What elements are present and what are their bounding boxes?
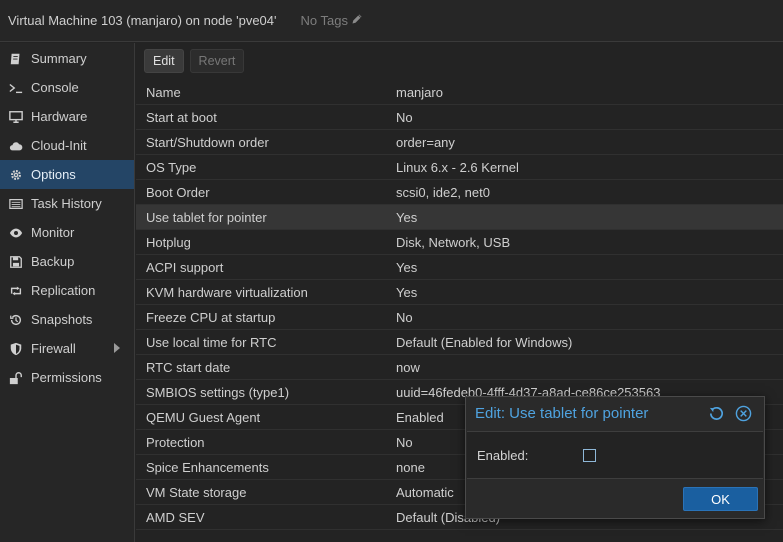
cloud-icon [9,139,23,153]
table-row[interactable]: KVM hardware virtualization Yes [136,280,783,305]
edit-dialog: Edit: Use tablet for pointer Enabled: OK [465,396,765,519]
option-key: Name [146,84,181,100]
sidebar-item-firewall[interactable]: Firewall [0,334,134,363]
floppy-icon [9,255,23,269]
dialog-body: Enabled: [467,431,763,479]
retweet-icon [9,284,23,298]
revert-button[interactable]: Revert [189,49,245,73]
sidebar-item-label: Cloud-Init [31,138,87,153]
option-key: QEMU Guest Agent [146,409,261,425]
option-value: now [396,359,420,375]
dialog-tools [708,405,752,426]
sidebar-item-label: Snapshots [31,312,93,327]
sidebar-item-label: Options [31,167,76,182]
option-value: Yes [396,259,418,275]
sidebar-item-summary[interactable]: Summary [0,44,134,73]
option-key: KVM hardware virtualization [146,284,308,300]
tags-label: No Tags [300,13,348,28]
option-key: Start/Shutdown order [146,134,269,150]
dialog-title: Edit: Use tablet for pointer [475,405,649,422]
sidebar-item-label: Hardware [31,109,88,124]
sidebar-item-replication[interactable]: Replication [0,276,134,305]
sidebar-item-label: Permissions [31,370,102,385]
history-icon [9,313,23,327]
table-row[interactable]: Name manjaro [136,80,783,105]
table-row[interactable]: Freeze CPU at startup No [136,305,783,330]
page-header: Virtual Machine 103 (manjaro) on node 'p… [0,0,783,42]
option-key: Hotplug [146,234,191,250]
sidebar-item-label: Console [31,80,79,95]
table-row[interactable]: ACPI support Yes [136,255,783,280]
edit-button[interactable]: Edit [144,49,184,73]
option-key: OS Type [146,159,197,175]
option-key: Boot Order [146,184,210,200]
table-row[interactable]: Start at boot No [136,105,783,130]
list-icon [9,197,23,211]
table-row[interactable]: Boot Order scsi0, ide2, net0 [136,180,783,205]
sidebar-item-monitor[interactable]: Monitor [0,218,134,247]
option-key: RTC start date [146,359,231,375]
expand-arrow-icon[interactable] [114,343,120,353]
sidebar-item-backup[interactable]: Backup [0,247,134,276]
sidebar-item-options[interactable]: Options [0,160,134,189]
terminal-icon [9,81,23,95]
ok-button[interactable]: OK [683,487,758,511]
option-key: VM State storage [146,484,247,500]
table-row[interactable]: RTC start date now [136,355,783,380]
sidebar-item-label: Monitor [31,225,75,240]
option-value: Disk, Network, USB [396,234,511,250]
sidebar-item-label: Summary [31,51,87,66]
unlock-icon [9,371,23,385]
option-value: Yes [396,209,418,225]
option-key: SMBIOS settings (type1) [146,384,290,400]
table-row[interactable]: Use local time for RTC Default (Enabled f… [136,330,783,355]
sidebar-item-console[interactable]: Console [0,73,134,102]
table-row[interactable]: OS Type Linux 6.x - 2.6 Kernel [136,155,783,180]
option-key: Start at boot [146,109,217,125]
option-key: Spice Enhancements [146,459,269,475]
sidebar-item-task-history[interactable]: Task History [0,189,134,218]
sidebar-item-label: Backup [31,254,75,269]
option-key: Use tablet for pointer [146,209,267,225]
toolbar: Edit Revert [136,43,783,79]
book-icon [9,52,23,66]
option-value: Yes [396,284,418,300]
table-row[interactable]: Start/Shutdown order order=any [136,130,783,155]
close-icon[interactable] [735,405,752,426]
option-value: Default (Enabled for Windows) [396,334,573,350]
option-key: Protection [146,434,205,450]
reset-icon[interactable] [708,405,725,426]
table-row-selected[interactable]: Use tablet for pointer Yes [136,205,783,230]
sidebar-item-label: Task History [31,196,102,211]
option-key: Use local time for RTC [146,334,277,350]
table-row[interactable]: Hotplug Disk, Network, USB [136,230,783,255]
enabled-label: Enabled: [477,447,529,463]
option-key: AMD SEV [146,509,205,525]
pencil-icon[interactable] [351,13,363,28]
sidebar-item-label: Replication [31,283,96,298]
shield-icon [9,342,23,356]
option-value: order=any [396,134,455,150]
page-title: Virtual Machine 103 (manjaro) on node 'p… [8,13,277,28]
dialog-header[interactable]: Edit: Use tablet for pointer [466,397,764,430]
tags-editor[interactable]: No Tags [301,13,363,28]
enabled-checkbox[interactable] [583,448,596,462]
option-value: No [396,109,413,125]
sidebar: Summary Console Hardware Cloud-Init Opti… [0,43,135,542]
gear-icon [9,168,23,182]
option-key: ACPI support [146,259,224,275]
sidebar-item-permissions[interactable]: Permissions [0,363,134,392]
option-value: Linux 6.x - 2.6 Kernel [396,159,519,175]
option-value: manjaro [396,84,443,100]
option-key: Freeze CPU at startup [146,309,276,325]
option-value: scsi0, ide2, net0 [396,184,490,200]
sidebar-item-hardware[interactable]: Hardware [0,102,134,131]
sidebar-item-snapshots[interactable]: Snapshots [0,305,134,334]
eye-icon [9,226,23,240]
sidebar-item-label: Firewall [31,341,76,356]
option-value: No [396,309,413,325]
sidebar-item-cloud-init[interactable]: Cloud-Init [0,131,134,160]
monitor-icon [9,110,23,124]
